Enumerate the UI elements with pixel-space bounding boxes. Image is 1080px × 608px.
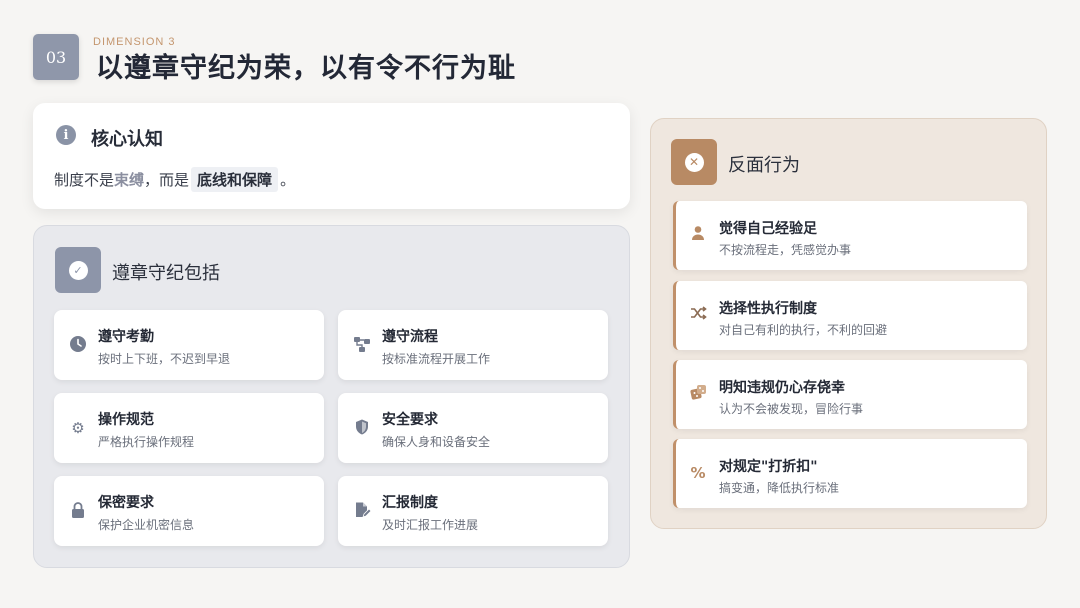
negative-item-title: 觉得自己经验足 xyxy=(719,221,817,237)
close-circle-icon: ✕ xyxy=(684,152,704,172)
gears-icon: ⚙ xyxy=(71,419,85,437)
page-title: 以遵章守纪为荣，以有令不行为耻 xyxy=(96,53,516,84)
check-circle-icon: ✓ xyxy=(68,260,88,280)
compliance-title: 遵章守纪包括 xyxy=(112,263,220,284)
negative-icon-box: ✕ xyxy=(671,139,717,185)
negative-item-desc: 对自己有利的执行，不利的回避 xyxy=(719,323,888,337)
item-desc: 保护企业机密信息 xyxy=(98,518,195,532)
lock-icon xyxy=(68,501,88,521)
core-keyword-baseline: 底线和保障 xyxy=(191,167,279,192)
clock-icon xyxy=(68,335,88,355)
item-title: 操作规范 xyxy=(98,412,154,428)
negative-item-title: 选择性执行制度 xyxy=(719,301,817,317)
percent-icon: % xyxy=(690,464,706,482)
item-title: 保密要求 xyxy=(98,495,154,511)
item-desc: 及时汇报工作进展 xyxy=(382,518,479,532)
core-cognition-card: i 核心认知 制度不是 束缚 ，而是 底线和保障 。 xyxy=(33,103,630,209)
core-title: 核心认知 xyxy=(91,129,163,150)
negative-item-desc: 认为不会被发现，冒险行事 xyxy=(719,402,864,416)
negative-item-selective: 选择性执行制度 对自己有利的执行，不利的回避 xyxy=(673,281,1027,350)
item-title: 安全要求 xyxy=(382,412,438,428)
shuffle-icon xyxy=(688,305,708,325)
negative-title: 反面行为 xyxy=(728,155,800,176)
core-keyword-constraint: 束缚 xyxy=(114,171,145,189)
negative-item-desc: 不按流程走，凭感觉办事 xyxy=(719,243,852,257)
compliance-item-operation: ⚙ 操作规范 严格执行操作规程 xyxy=(54,393,324,463)
negative-item-title: 对规定"打折扣" xyxy=(719,459,818,475)
item-desc: 确保人身和设备安全 xyxy=(382,435,491,449)
shield-icon xyxy=(352,418,372,438)
negative-item-desc: 搞变通，降低执行标准 xyxy=(719,481,840,495)
dice-icon xyxy=(688,384,708,404)
core-text-middle: ，而是 xyxy=(144,171,190,189)
core-text-prefix: 制度不是 xyxy=(54,171,115,189)
compliance-item-process: 遵守流程 按标准流程开展工作 xyxy=(338,310,608,380)
negative-item-overconfidence: 觉得自己经验足 不按流程走，凭感觉办事 xyxy=(673,201,1027,270)
file-edit-icon xyxy=(352,501,372,521)
user-icon xyxy=(688,225,708,245)
core-text-suffix: 。 xyxy=(280,171,296,189)
core-statement: 制度不是 束缚 ，而是 底线和保障 。 xyxy=(54,167,295,192)
compliance-item-reporting: 汇报制度 及时汇报工作进展 xyxy=(338,476,608,546)
negative-item-luck: 明知违规仍心存侥幸 认为不会被发现，冒险行事 xyxy=(673,360,1027,429)
item-title: 遵守考勤 xyxy=(98,329,154,345)
compliance-panel: ✓ 遵章守纪包括 遵守考勤 按时上下班，不迟到早退 遵守流程 按标准流程开展工作… xyxy=(33,225,630,568)
negative-behaviors-panel: ✕ 反面行为 觉得自己经验足 不按流程走，凭感觉办事 选择性执行制度 对自己有利… xyxy=(650,118,1047,529)
compliance-item-attendance: 遵守考勤 按时上下班，不迟到早退 xyxy=(54,310,324,380)
negative-item-title: 明知违规仍心存侥幸 xyxy=(719,380,845,396)
compliance-item-confidentiality: 保密要求 保护企业机密信息 xyxy=(54,476,324,546)
item-desc: 严格执行操作规程 xyxy=(98,435,195,449)
compliance-item-safety: 安全要求 确保人身和设备安全 xyxy=(338,393,608,463)
item-title: 汇报制度 xyxy=(382,495,438,511)
item-desc: 按时上下班，不迟到早退 xyxy=(98,352,231,366)
flow-icon xyxy=(352,335,372,355)
item-title: 遵守流程 xyxy=(382,329,438,345)
compliance-icon-box: ✓ xyxy=(55,247,101,293)
section-number-badge: 03 xyxy=(33,34,79,80)
item-desc: 按标准流程开展工作 xyxy=(382,352,491,366)
negative-item-discount: % 对规定"打折扣" 搞变通，降低执行标准 xyxy=(673,439,1027,508)
info-icon: i xyxy=(56,125,76,145)
